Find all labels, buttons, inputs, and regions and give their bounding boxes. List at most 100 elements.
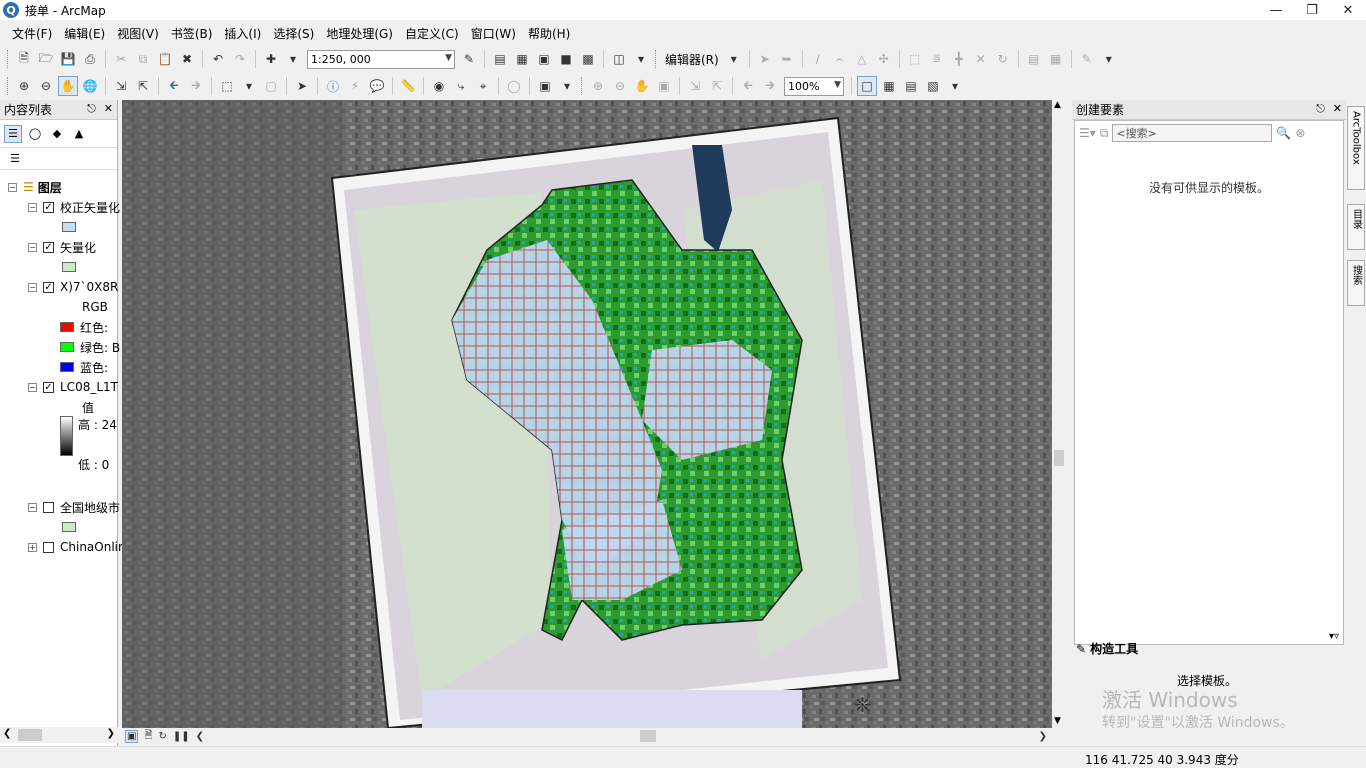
scroll-right-icon[interactable]: ❯	[1039, 731, 1047, 742]
create-viewer-window-icon[interactable]: ▣	[535, 76, 555, 96]
point-icon[interactable]: ✣	[874, 49, 894, 69]
toolbar-grip[interactable]	[7, 77, 10, 95]
clear-selection-icon[interactable]: ▢	[261, 76, 281, 96]
collapse-icon[interactable]: −	[28, 382, 37, 392]
list-by-source-icon[interactable]: ◯	[26, 125, 44, 143]
identify-icon[interactable]: ⓘ	[323, 76, 343, 96]
restore-button[interactable]: ❐	[1294, 0, 1330, 20]
open-folder-icon[interactable]: 🗁	[36, 49, 56, 69]
zoom-out-icon[interactable]: ⊖	[36, 76, 56, 96]
layout-zoom-select[interactable]: 100% ▼	[784, 76, 844, 96]
tab-search[interactable]: 搜索	[1347, 260, 1365, 306]
panel-collapse-icon[interactable]: ▾▿	[1329, 631, 1339, 642]
list-by-visibility-icon[interactable]: ◆	[48, 125, 66, 143]
add-data-icon[interactable]: ✚	[261, 49, 281, 69]
layer-visibility-checkbox[interactable]	[43, 501, 54, 513]
menu-insert[interactable]: 插入(I)	[218, 25, 267, 42]
layout-view-icon[interactable]: 🗎	[144, 728, 152, 745]
python-window-icon[interactable]: ▩	[578, 49, 598, 69]
toolbar-grip[interactable]	[581, 77, 584, 95]
save-icon[interactable]: 💾	[58, 49, 78, 69]
focus-data-frame-icon[interactable]: ▦	[879, 76, 899, 96]
list-by-selection-icon[interactable]: ▲	[70, 125, 88, 143]
layers-group-row[interactable]: − ☰ 图层	[8, 178, 124, 196]
map-display[interactable]: ❊	[122, 100, 1052, 728]
fixed-zoom-out-icon[interactable]: ⇱	[133, 76, 153, 96]
model-builder-icon[interactable]: ◫	[609, 49, 629, 69]
back-extent-icon[interactable]: 🡰	[164, 76, 184, 96]
rotate-icon[interactable]: ↻	[993, 49, 1013, 69]
menu-help[interactable]: 帮助(H)	[522, 25, 576, 42]
expand-icon[interactable]: +	[28, 542, 37, 552]
layout-pan-icon[interactable]: ✋	[632, 76, 652, 96]
toggle-draft-mode-icon[interactable]: □	[857, 76, 877, 96]
toolbar-grip[interactable]	[7, 50, 10, 68]
select-features-icon[interactable]: ⬚	[217, 76, 237, 96]
undo-icon[interactable]: ↶	[208, 49, 228, 69]
close-icon[interactable]: ✕	[1333, 102, 1342, 116]
menu-view[interactable]: 视图(V)	[111, 25, 165, 42]
editor-menu[interactable]: 编辑器(R)	[665, 51, 719, 68]
editor-dropdown-icon[interactable]: ▾	[724, 49, 744, 69]
menu-bookmarks[interactable]: 书签(B)	[165, 25, 219, 42]
scroll-up-icon[interactable]: ▲	[1054, 100, 1061, 110]
toolbar-options-icon[interactable]: ▾	[557, 76, 577, 96]
edit-vertices-icon[interactable]: ⬚	[905, 49, 925, 69]
layout-fixed-zoom-out-icon[interactable]: ⇱	[707, 76, 727, 96]
forward-extent-icon[interactable]: 🡲	[186, 76, 206, 96]
html-popup-icon[interactable]: 💬	[367, 76, 387, 96]
redo-icon[interactable]: ↷	[230, 49, 250, 69]
table-of-contents-icon[interactable]: ▤	[490, 49, 510, 69]
toc-options-icon[interactable]: ☰	[6, 150, 24, 168]
layer-visibility-checkbox[interactable]: ✓	[43, 381, 54, 393]
zoom-whole-page-icon[interactable]: ▣	[654, 76, 674, 96]
toolbar-options-icon[interactable]: ▾	[631, 49, 651, 69]
scroll-down-icon[interactable]: ▼	[1054, 716, 1061, 726]
collapse-icon[interactable]: −	[28, 202, 37, 212]
menu-edit[interactable]: 编辑(E)	[58, 25, 111, 42]
scroll-right-icon[interactable]: ❯	[107, 728, 115, 739]
hyperlink-icon[interactable]: ⚡	[345, 76, 365, 96]
data-driven-pages-icon[interactable]: ▧	[923, 76, 943, 96]
template-search-input[interactable]: <搜索>	[1112, 124, 1273, 142]
split-icon[interactable]: ✕	[971, 49, 991, 69]
menu-windows[interactable]: 窗口(W)	[465, 25, 522, 42]
add-data-dropdown-icon[interactable]: ▾	[283, 49, 303, 69]
menu-customize[interactable]: 自定义(C)	[399, 25, 465, 42]
map-canvas[interactable]: ❊	[122, 100, 1052, 728]
map-scale-select[interactable]: 1:250, 000 ▼	[307, 49, 455, 69]
find-binoculars-icon[interactable]: ◉	[429, 76, 449, 96]
menu-geoprocessing[interactable]: 地理处理(G)	[320, 25, 399, 42]
straight-segment-icon[interactable]: ∕	[808, 49, 828, 69]
list-by-drawing-order-icon[interactable]: ☰	[4, 124, 22, 143]
arctoolbox-icon[interactable]: ■	[556, 49, 576, 69]
data-view-icon[interactable]: ▣	[125, 729, 139, 743]
clear-search-icon[interactable]: ⊗	[1295, 126, 1305, 140]
measure-icon[interactable]: 📏	[398, 76, 418, 96]
toolbar-options-icon[interactable]: ▾	[1099, 49, 1119, 69]
search-icon[interactable]: 🔍	[1276, 126, 1291, 140]
cut-polygons-icon[interactable]: ╋	[949, 49, 969, 69]
pin-icon[interactable]: ⎋	[87, 102, 96, 116]
layout-fixed-zoom-in-icon[interactable]: ⇲	[685, 76, 705, 96]
cut-icon[interactable]: ✂	[111, 49, 131, 69]
full-extent-icon[interactable]: 🌐	[80, 76, 100, 96]
search-window-icon[interactable]: ▣	[534, 49, 554, 69]
layer-visibility-checkbox[interactable]: ✓	[43, 241, 54, 253]
end-point-arc-icon[interactable]: ⌢	[830, 49, 850, 69]
edit-annotation-icon[interactable]: ➥	[777, 49, 797, 69]
edit-tool-icon[interactable]: ➤	[755, 49, 775, 69]
select-dropdown-icon[interactable]: ▾	[239, 76, 259, 96]
scroll-left-icon[interactable]: ❮	[196, 731, 204, 742]
copy-template-icon[interactable]: ⧉	[1100, 126, 1109, 141]
organize-templates-icon[interactable]: ☰▾	[1079, 126, 1096, 140]
pan-icon[interactable]: ✋	[58, 76, 78, 96]
layer-visibility-checkbox[interactable]	[43, 541, 54, 553]
sketch-properties-icon[interactable]: ▦	[1046, 49, 1066, 69]
copy-icon[interactable]: ⧉	[133, 49, 153, 69]
collapse-icon[interactable]: −	[28, 282, 37, 292]
tab-arctoolbox[interactable]: ArcToolbox	[1347, 106, 1365, 190]
scroll-left-icon[interactable]: ❮	[3, 728, 11, 739]
select-elements-icon[interactable]: ➤	[292, 76, 312, 96]
pause-drawing-icon[interactable]: ❚❚	[173, 731, 190, 742]
